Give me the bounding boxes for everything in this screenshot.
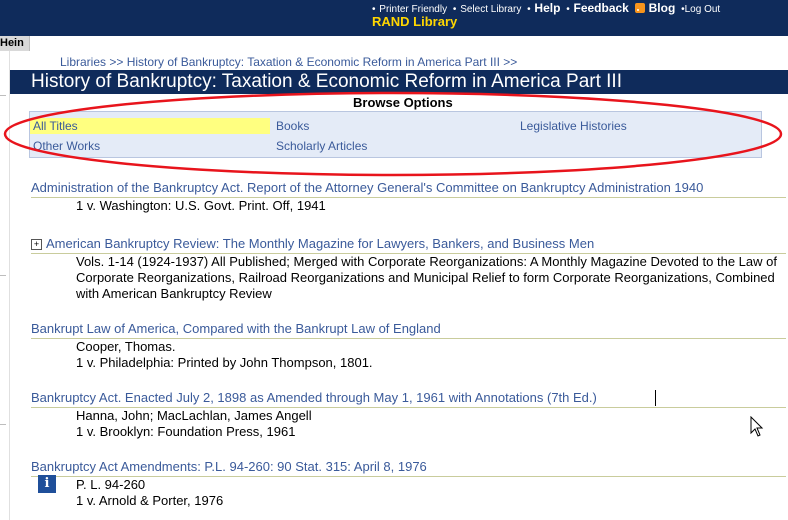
entry-detail: 1 v. Arnold & Porter, 1976 xyxy=(76,493,224,508)
entry-title-link[interactable]: American Bankruptcy Review: The Monthly … xyxy=(46,236,594,251)
entry-detail: 1 v. Washington: U.S. Govt. Print. Off, … xyxy=(76,198,326,213)
entry-detail: 1 v. Brooklyn: Foundation Press, 1961 xyxy=(76,424,296,439)
list-item: Bankrupt Law of America, Compared with t… xyxy=(31,321,788,370)
blog-link[interactable]: Blog xyxy=(649,1,676,15)
entry-title-row: + American Bankruptcy Review: The Monthly… xyxy=(31,236,788,252)
expand-plus-icon[interactable]: + xyxy=(31,239,42,250)
entry-detail: Vols. 1-14 (1924-1937) All Published; Me… xyxy=(76,254,777,301)
top-links: • Printer Friendly • Select Library • He… xyxy=(372,1,720,15)
entry-title-link[interactable]: Bankruptcy Act Amendments: P.L. 94-260: … xyxy=(31,459,788,475)
info-icon[interactable]: i xyxy=(38,475,56,493)
library-name: RAND Library xyxy=(372,14,458,29)
entry-title-link[interactable]: Bankruptcy Act. Enacted July 2, 1898 as … xyxy=(31,390,788,406)
list-item: Administration of the Bankruptcy Act. Re… xyxy=(31,180,788,213)
bullet: • xyxy=(527,4,531,15)
text-caret xyxy=(655,390,656,406)
top-header-bar: • Printer Friendly • Select Library • He… xyxy=(0,0,788,36)
entry-detail: 1 v. Philadelphia: Printed by John Thomp… xyxy=(76,355,373,370)
list-item: Bankruptcy Act Amendments: P.L. 94-260: … xyxy=(31,459,788,508)
help-link[interactable]: Help xyxy=(534,1,560,15)
mouse-pointer-icon xyxy=(750,416,764,437)
rss-icon[interactable] xyxy=(634,3,645,13)
bullet: • xyxy=(566,4,570,15)
annotation-ellipse xyxy=(3,91,783,177)
list-item: Bankruptcy Act. Enacted July 2, 1898 as … xyxy=(31,390,788,439)
entry-title-link[interactable]: Administration of the Bankruptcy Act. Re… xyxy=(31,180,788,196)
hein-tab[interactable]: Hein xyxy=(0,36,30,51)
breadcrumb[interactable]: Libraries >> History of Bankruptcy: Taxa… xyxy=(60,55,517,69)
list-item: + American Bankruptcy Review: The Monthly… xyxy=(31,236,788,301)
entry-author: Hanna, John; MacLachlan, James Angell xyxy=(76,408,312,423)
select-library-link[interactable]: Select Library xyxy=(460,4,521,15)
entry-public-law: P. L. 94-260 xyxy=(76,477,146,492)
entry-author: Cooper, Thomas. xyxy=(76,339,176,354)
log-out-link[interactable]: Log Out xyxy=(685,4,721,15)
entry-title-link[interactable]: Bankrupt Law of America, Compared with t… xyxy=(31,321,788,337)
feedback-link[interactable]: Feedback xyxy=(574,1,629,15)
